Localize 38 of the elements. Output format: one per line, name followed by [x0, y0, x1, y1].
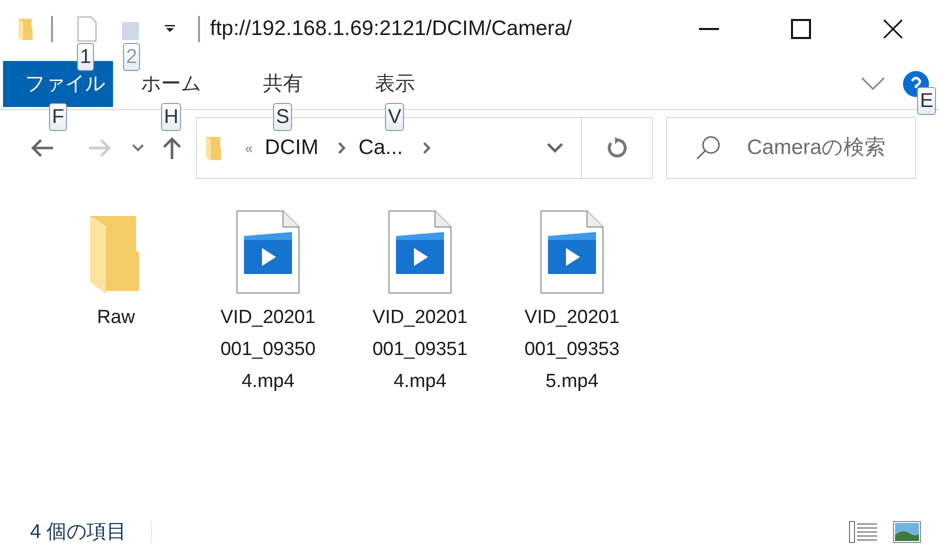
key-tip: V: [385, 102, 404, 130]
window-title: ftp://192.168.1.69:2121/DCIM/Camera/: [210, 16, 572, 42]
folder-icon: [205, 135, 223, 161]
search-field[interactable]: Cameraの検索: [666, 117, 916, 179]
chevron-down-icon[interactable]: [861, 76, 885, 90]
search-input[interactable]: Cameraの検索: [747, 132, 907, 164]
file-name[interactable]: VID_20201001_093514.mp4: [370, 302, 470, 398]
details-view-icon[interactable]: [849, 521, 877, 543]
overflow-text[interactable]: «: [245, 138, 253, 158]
key-tip: F: [49, 102, 68, 130]
file-name[interactable]: VID_20201001_093535.mp4: [522, 302, 622, 398]
minimize-icon: [699, 28, 719, 30]
search-icon: [695, 135, 721, 161]
key-tip: H: [161, 102, 182, 130]
key-tip: 1: [77, 43, 94, 71]
file-name[interactable]: VID_20201001_093504.mp4: [218, 302, 318, 398]
chevron-right-icon[interactable]: [338, 142, 346, 154]
video-file-icon: [388, 210, 452, 294]
item-count: 4 個の項目: [30, 520, 127, 545]
recent-dropdown-icon[interactable]: [132, 144, 144, 152]
breadcrumb[interactable]: Ca...: [358, 132, 403, 164]
chevron-right-icon[interactable]: [422, 142, 431, 154]
video-file-icon: [540, 210, 604, 294]
file-name[interactable]: Raw: [66, 302, 166, 334]
up-arrow-icon[interactable]: [162, 136, 182, 160]
breadcrumb[interactable]: DCIM: [264, 132, 318, 164]
close-icon: [883, 19, 903, 39]
maximize-icon: [791, 19, 811, 39]
back-arrow-icon: [30, 138, 54, 158]
address-dropdown-icon[interactable]: [547, 143, 563, 153]
key-tip: E: [917, 86, 936, 114]
key-tip: S: [273, 102, 292, 130]
dropdown-icon[interactable]: [165, 25, 175, 33]
video-file-icon: [236, 210, 300, 294]
key-tip: 2: [123, 43, 140, 71]
refresh-icon: [606, 137, 628, 159]
large-icons-view-icon[interactable]: [893, 521, 921, 543]
forward-arrow-icon: [88, 138, 112, 158]
